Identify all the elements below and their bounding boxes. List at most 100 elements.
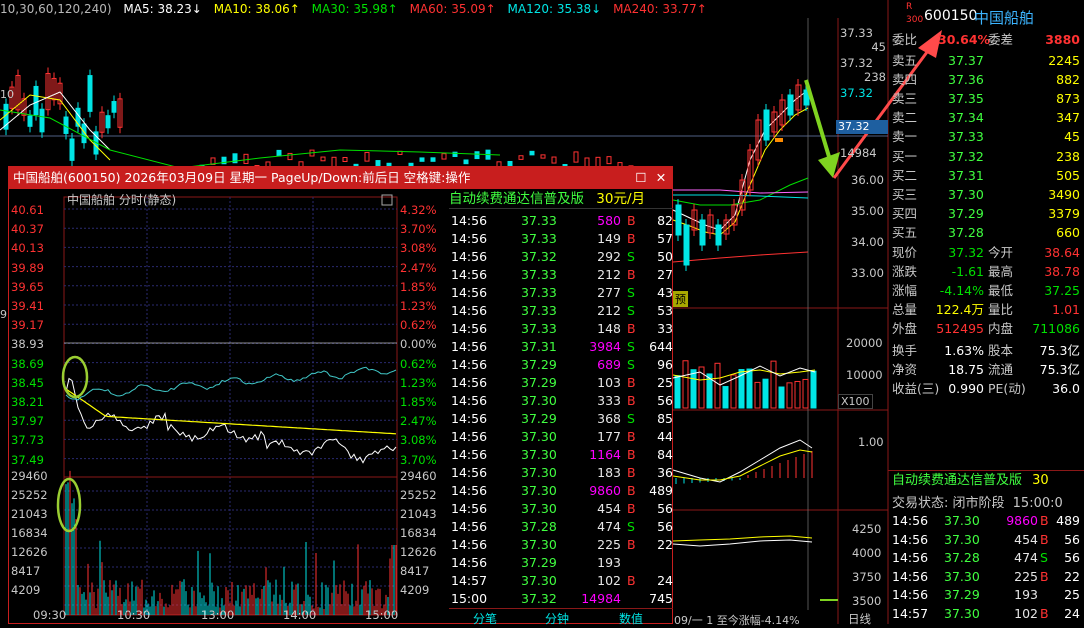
tick-row[interactable]: 14:56 37.28 474 S 56 xyxy=(451,518,673,536)
close-icon[interactable]: ✕ xyxy=(652,167,670,189)
tick-row[interactable]: 14:56 37.30 454 B 56 xyxy=(892,531,1084,549)
tick-row[interactable]: 14:56 37.30 333 B 56 xyxy=(451,392,673,410)
tick-count: 44 xyxy=(657,429,673,444)
tick-side: B xyxy=(1040,531,1049,547)
tick-row[interactable]: 14:56 37.29 193 xyxy=(451,554,673,572)
tick-row[interactable]: 14:56 37.30 177 B 44 xyxy=(451,428,673,446)
stat-row: 涨幅 -4.14% 最低 37.25 xyxy=(892,281,1084,300)
tick-row[interactable]: 14:56 37.30 9860 B 489 xyxy=(892,512,1084,530)
level-label: 买一 xyxy=(892,149,918,164)
tick-row[interactable]: 14:57 37.30 102 B 24 xyxy=(892,605,1084,623)
axis-label: 33.00 xyxy=(851,266,884,280)
level-price: 37.33 xyxy=(948,129,984,144)
price-tick: 40.37 xyxy=(11,222,44,237)
tick-volume: 102 xyxy=(1014,605,1038,621)
tick-row[interactable]: 14:56 37.30 183 B 36 xyxy=(451,464,673,482)
tick-row[interactable]: 14:56 37.29 193 25 xyxy=(892,586,1084,604)
tick-price: 37.30 xyxy=(521,537,557,552)
sell-level[interactable]: 卖三 37.35 873 xyxy=(892,89,1084,108)
tick-row[interactable]: 14:56 37.29 103 B 25 xyxy=(451,374,673,392)
tick-row[interactable]: 14:56 37.30 454 B 56 xyxy=(451,500,673,518)
tick-row[interactable]: 14:56 37.33 148 B 33 xyxy=(451,320,673,338)
stat-value: 512495 xyxy=(936,321,984,336)
tick-price: 37.30 xyxy=(521,429,557,444)
tick-price: 37.29 xyxy=(944,587,980,602)
buy-level[interactable]: 买一 37.32 238 xyxy=(892,147,1084,166)
sell-level[interactable]: 卖一 37.33 45 xyxy=(892,127,1084,146)
trade-status-text: 交易状态: 闭市阶段 xyxy=(892,496,1005,511)
tick-volume: 225 xyxy=(597,537,621,552)
pct-tick: 1.85% xyxy=(400,279,437,294)
tick-price: 37.32 xyxy=(521,591,557,606)
tick-count: 56 xyxy=(1064,531,1080,547)
stat-row: 换手 1.63% 股本 75.3亿 xyxy=(892,341,1084,360)
sell-level[interactable]: 卖五 37.37 2245 xyxy=(892,51,1084,70)
tick-count: 84 xyxy=(657,447,673,462)
buy-level[interactable]: 买三 37.30 3490 xyxy=(892,185,1084,204)
tick-row[interactable]: 14:56 37.30 9860 B 489 xyxy=(451,482,673,500)
pct-tick: 1.23% xyxy=(400,299,437,313)
tick-row[interactable]: 14:56 37.33 212 B 27 xyxy=(451,266,673,284)
tick-row[interactable]: 14:56 37.28 474 S 56 xyxy=(892,549,1084,567)
tick-volume: 9860 xyxy=(1006,513,1038,528)
tick-side: S xyxy=(1040,550,1048,565)
stat-value: 37.25 xyxy=(1044,283,1080,298)
sell-level[interactable]: 卖四 37.36 882 xyxy=(892,70,1084,89)
tick-row[interactable]: 14:56 37.30 225 B 22 xyxy=(892,568,1084,586)
left-edge-label: 10 xyxy=(0,88,14,101)
tab-daily[interactable]: 日线 xyxy=(848,611,871,627)
tick-row[interactable]: 14:56 37.30 1164 B 84 xyxy=(451,446,673,464)
stat-label: 今开 xyxy=(988,245,1014,260)
tab-minute[interactable]: 分钟 xyxy=(545,610,569,627)
tick-time: 14:56 xyxy=(451,393,488,408)
tick-count: 43 xyxy=(657,285,673,300)
tick-count: 56 xyxy=(657,501,673,516)
level-price: 37.31 xyxy=(948,168,984,183)
weibi-label: 委比 xyxy=(892,32,918,47)
tick-count: 24 xyxy=(657,573,673,588)
axis-label: 35.00 xyxy=(851,204,884,218)
tick-row[interactable]: 14:57 37.30 102 B 24 xyxy=(451,572,673,590)
tick-list[interactable]: 14:56 37.33 580 B 82 14:56 37.33 149 B 57 14:56 37.… xyxy=(451,212,673,608)
sell-level[interactable]: 卖二 37.34 347 xyxy=(892,108,1084,127)
axis-label: 4000 xyxy=(852,546,882,560)
intraday-chart[interactable] xyxy=(9,189,449,625)
r-badge: R xyxy=(906,2,913,12)
popup-titlebar[interactable]: 中国船舶(600150) 2026年03月09日 星期一 PageUp/Down… xyxy=(9,167,672,189)
tick-row[interactable]: 14:56 37.33 212 S 53 xyxy=(451,302,673,320)
tick-time: 14:56 xyxy=(892,568,929,584)
tick-row[interactable]: 14:56 37.29 689 S 96 xyxy=(451,356,673,374)
minimize-icon[interactable]: ☐ xyxy=(632,167,650,189)
price-tick: 38.93 xyxy=(11,337,44,352)
level-volume: 45 xyxy=(1064,129,1080,144)
tick-row[interactable]: 14:56 37.33 149 B 57 xyxy=(451,230,673,248)
tick-row[interactable]: 14:56 37.33 277 S 43 xyxy=(451,284,673,302)
tab-tick[interactable]: 分笔 xyxy=(473,610,497,627)
intraday-popup[interactable]: 中国船舶(600150) 2026年03月09日 星期一 PageUp/Down… xyxy=(8,166,673,627)
tick-row[interactable]: 14:56 37.29 368 S 85 xyxy=(451,410,673,428)
tab-values[interactable]: 数值 xyxy=(619,610,643,627)
bottom-axis: 4250 4000 3750 3500 xyxy=(852,517,881,613)
buy-level[interactable]: 买四 37.29 3379 xyxy=(892,204,1084,223)
right-ad-banner[interactable]: 自动续费通达信普及版 30 xyxy=(888,470,1084,490)
tick-row[interactable]: 14:56 37.31 3984 S 644 xyxy=(451,338,673,356)
tick-row[interactable]: 14:56 37.33 580 B 82 xyxy=(451,212,673,230)
buy-level[interactable]: 买五 37.28 660 xyxy=(892,223,1084,242)
time-tick: 14:00 xyxy=(283,608,317,622)
tick-time: 14:57 xyxy=(892,605,929,621)
buy-level[interactable]: 买二 37.31 505 xyxy=(892,166,1084,185)
trade-status: 交易状态: 闭市阶段 15:00:0 xyxy=(892,492,1084,511)
tick-count: 96 xyxy=(657,357,673,372)
level-price: 37.29 xyxy=(948,206,984,221)
tick-time: 14:56 xyxy=(451,465,488,480)
tick-time: 14:56 xyxy=(451,411,488,426)
tick-row[interactable]: 14:56 37.30 225 B 22 xyxy=(451,536,673,554)
ad-banner[interactable]: 自动续费通达信普及版 30元/月 xyxy=(449,189,673,209)
tick-row[interactable]: 15:00 37.32 14984 745 xyxy=(451,590,673,608)
tick-time: 14:56 xyxy=(451,519,488,534)
pct-tick: 1.85% xyxy=(400,395,437,409)
tick-side: B xyxy=(627,375,636,390)
tick-volume: 177 xyxy=(597,429,621,444)
price-tick: 37.73 xyxy=(11,433,44,448)
tick-row[interactable]: 14:56 37.32 292 S 50 xyxy=(451,248,673,266)
